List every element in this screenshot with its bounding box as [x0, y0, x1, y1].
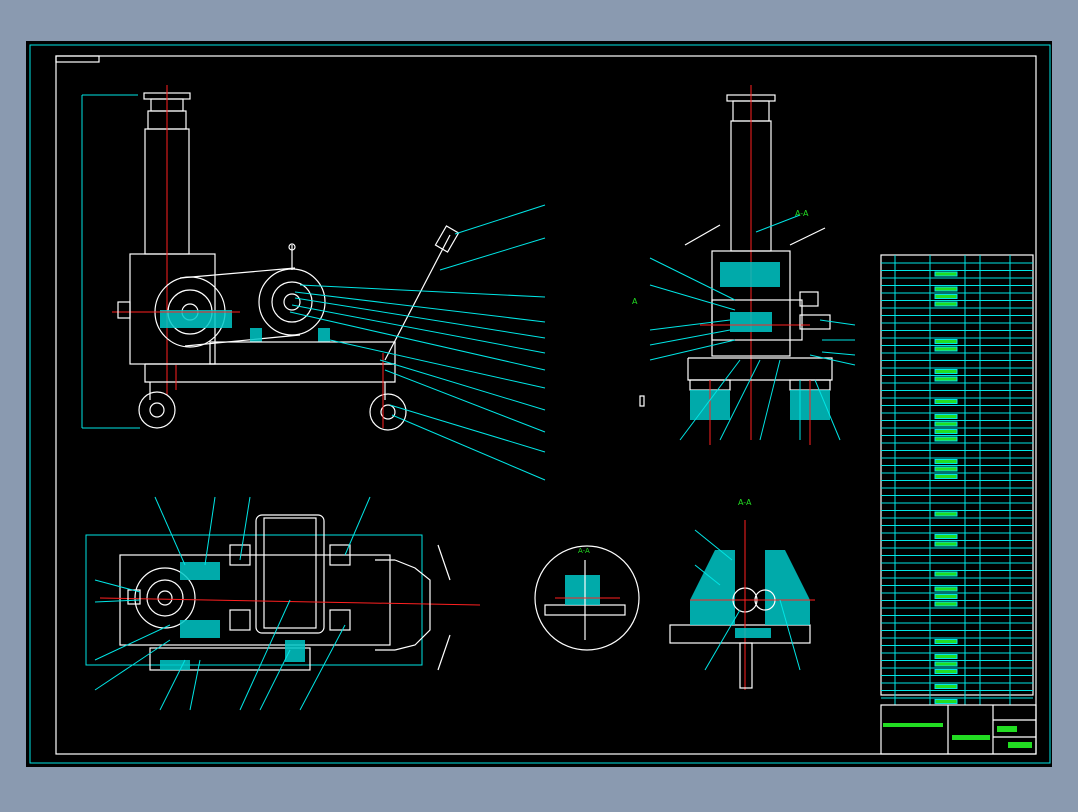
parts-list-cell-text: [935, 347, 957, 351]
parts-list-cell-text: [935, 302, 957, 306]
cad-drawing: A-A A A-A A-A: [0, 0, 1078, 808]
drawing-sheet: [26, 41, 1052, 767]
parts-list-cell-text: [935, 460, 957, 464]
parts-list-cell-text: [935, 640, 957, 644]
parts-list-cell-text: [935, 685, 957, 689]
parts-list-cell-text: [935, 437, 957, 441]
parts-list-cell-text: [935, 295, 957, 299]
section-marker-side: A: [632, 297, 638, 306]
parts-list-cell-text: [935, 400, 957, 404]
section-label-top-right: A-A: [795, 209, 809, 218]
parts-list-cell-text: [935, 422, 957, 426]
parts-list-cell-text: [935, 655, 957, 659]
cad-drawing-viewport[interactable]: A-A A A-A A-A: [0, 0, 1078, 808]
parts-list: [881, 255, 1033, 705]
parts-list-cell-text: [935, 467, 957, 471]
parts-list-cell-text: [935, 602, 957, 606]
parts-list-cell-text: [935, 340, 957, 344]
parts-list-cell-text: [935, 370, 957, 374]
parts-list-cell-text: [935, 415, 957, 419]
section-label-detail: A-A: [578, 547, 590, 555]
parts-list-cell-text: [935, 272, 957, 276]
section-label-bottom-right: A-A: [738, 498, 752, 507]
parts-list-cell-text: [935, 542, 957, 546]
parts-list-cell-text: [935, 430, 957, 434]
parts-list-cell-text: [935, 662, 957, 666]
parts-list-cell-text: [935, 287, 957, 291]
parts-list-cell-text: [935, 572, 957, 576]
parts-list-cell-text: [935, 595, 957, 599]
parts-list-cell-text: [935, 700, 957, 704]
parts-list-cell-text: [935, 587, 957, 591]
parts-list-cell-text: [935, 670, 957, 674]
parts-list-cell-text: [935, 535, 957, 539]
parts-list-cell-text: [935, 377, 957, 381]
parts-list-cell-text: [935, 475, 957, 479]
parts-list-cell-text: [935, 512, 957, 516]
